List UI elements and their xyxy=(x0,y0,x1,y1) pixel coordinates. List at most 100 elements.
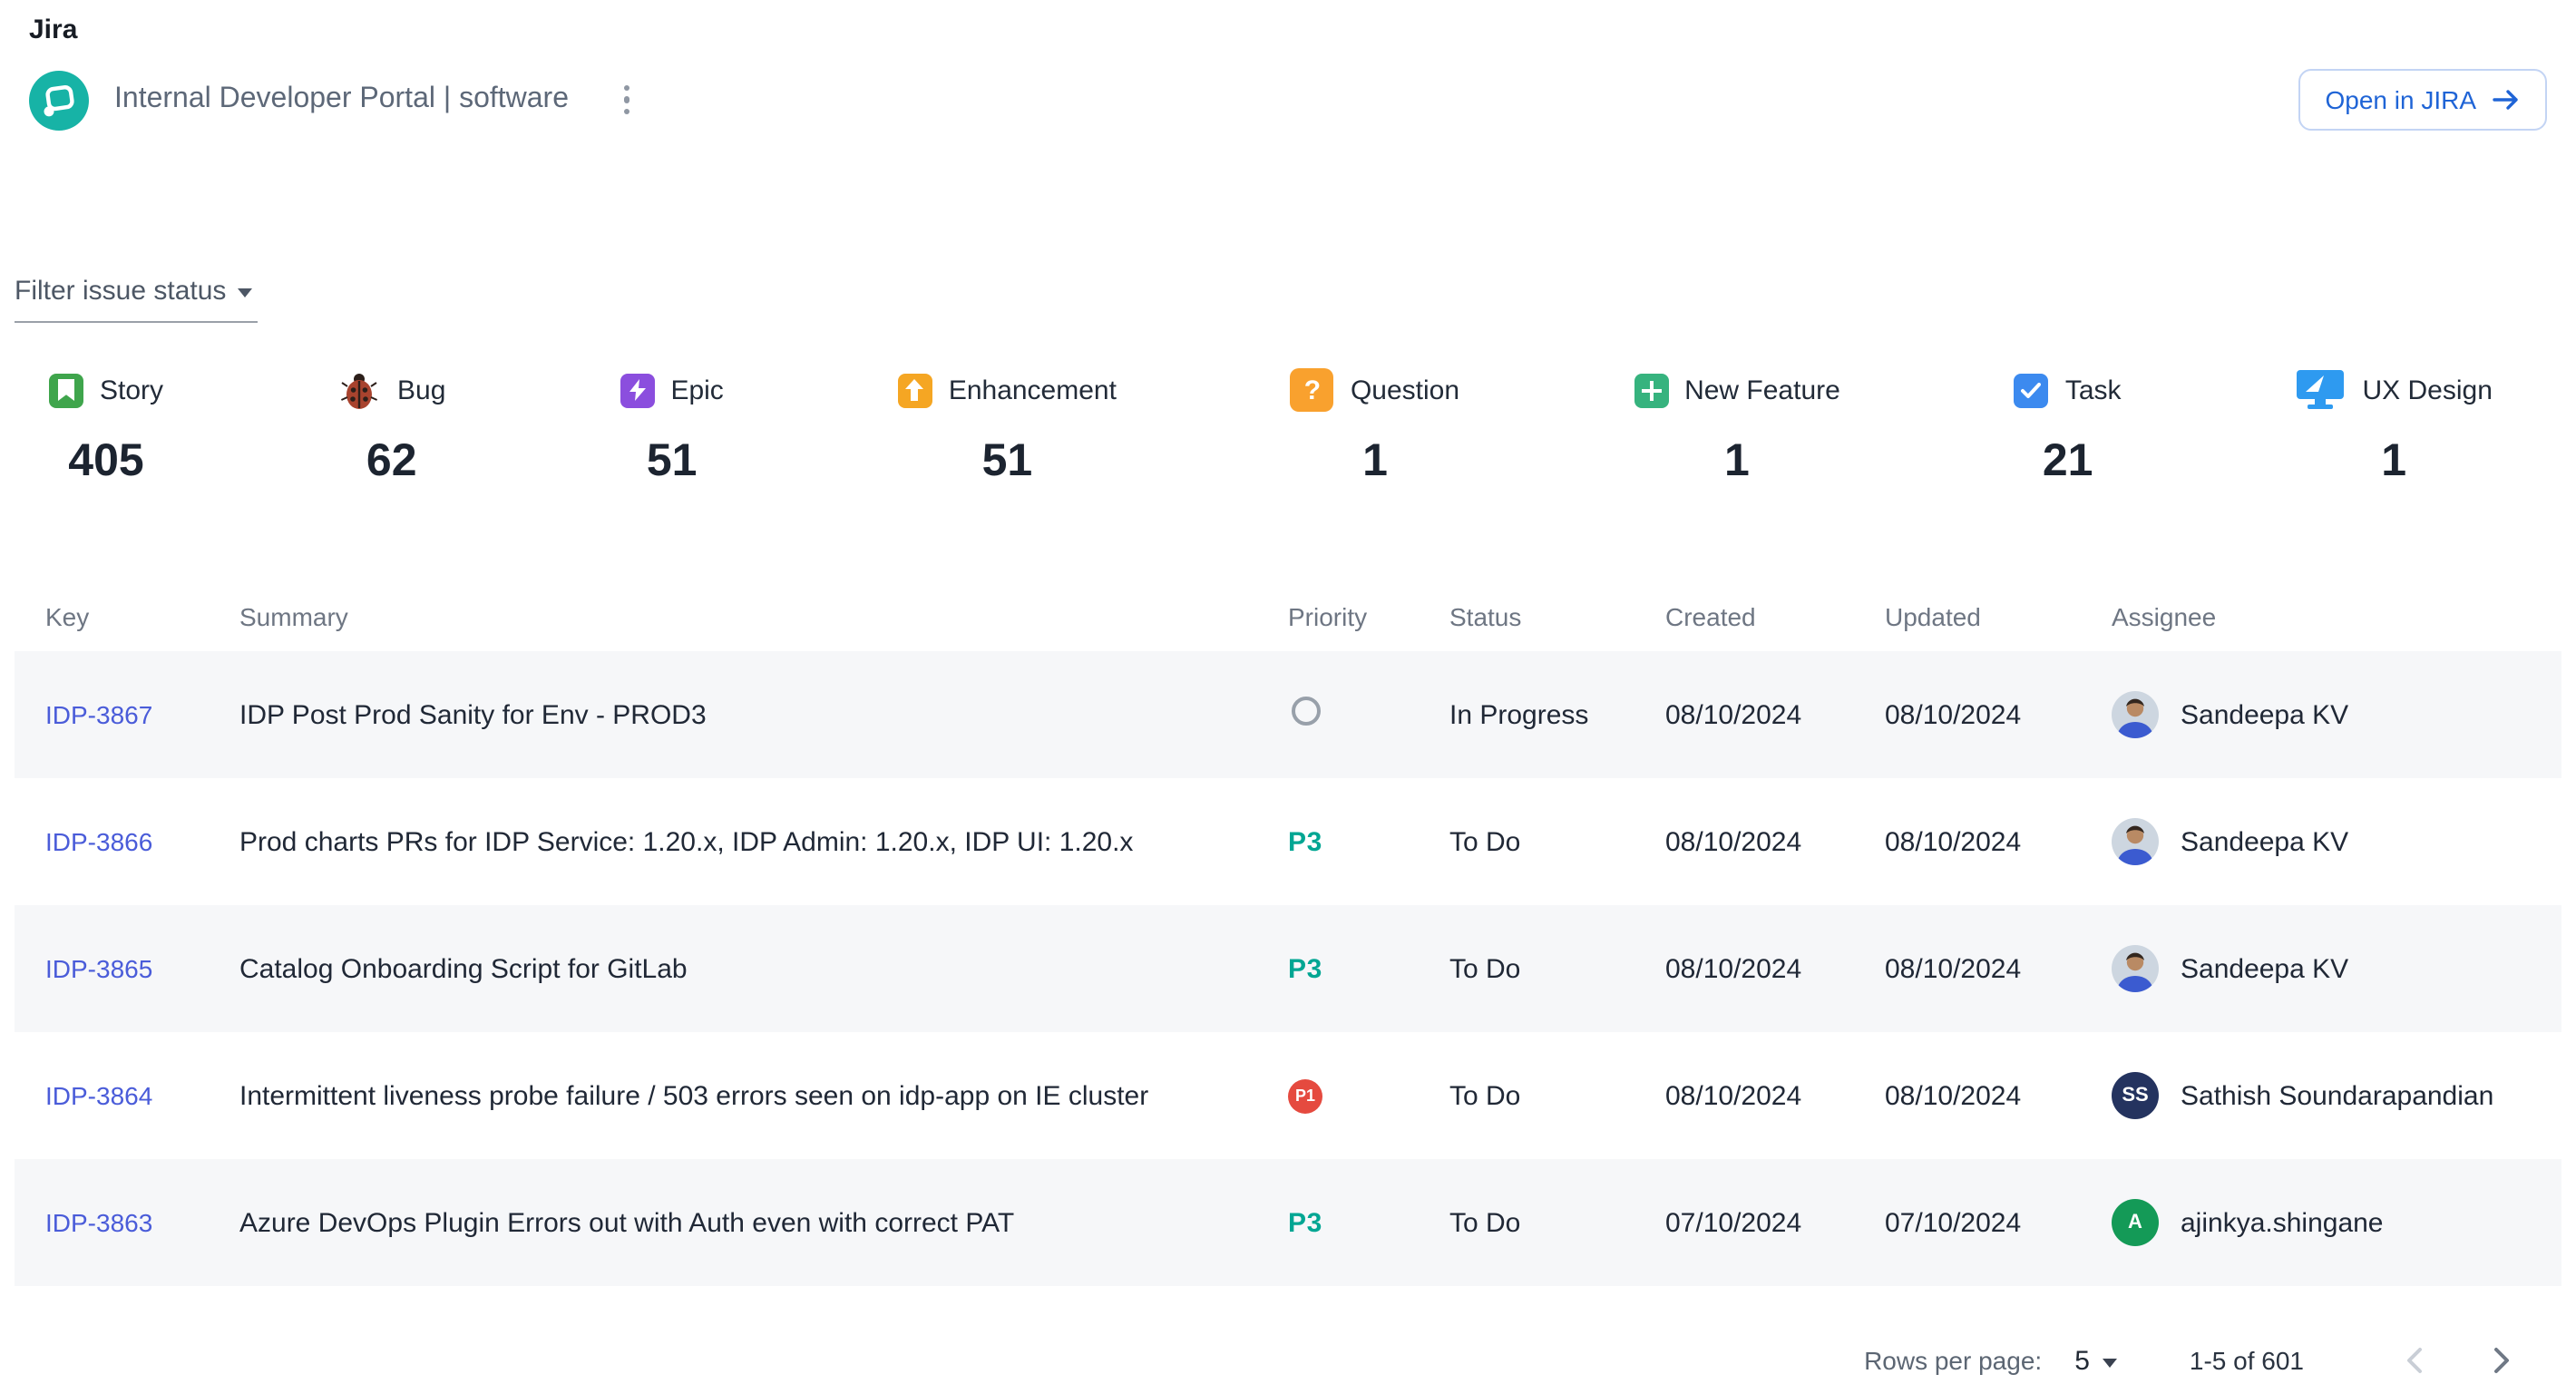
assignee-name: Sandeepa KV xyxy=(2181,953,2348,984)
rows-per-page-label: Rows per page: xyxy=(1864,1346,2042,1375)
counter-new-feature: New Feature 1 xyxy=(1634,366,1840,488)
priority-p1-badge: P1 xyxy=(1288,1078,1322,1113)
issue-key-link[interactable]: IDP-3863 xyxy=(45,1207,152,1236)
open-in-jira-label: Open in JIRA xyxy=(2325,85,2476,114)
priority-p3-badge: P3 xyxy=(1288,826,1322,857)
column-header-created: Created xyxy=(1665,602,1885,631)
previous-page-button[interactable] xyxy=(2391,1337,2438,1384)
counter-ux-design: UX Design 1 xyxy=(2296,366,2493,488)
issue-status: To Do xyxy=(1449,826,1665,857)
assignee-name: Sathish Soundarapandian xyxy=(2181,1080,2493,1111)
open-in-jira-button[interactable]: Open in JIRA xyxy=(2298,69,2547,131)
counter-label: New Feature xyxy=(1684,375,1840,405)
issue-created: 08/10/2024 xyxy=(1665,699,1885,730)
table-row: IDP-3864 Intermittent liveness probe fai… xyxy=(15,1032,2561,1159)
issue-created: 08/10/2024 xyxy=(1665,826,1885,857)
counter-count: 51 xyxy=(898,435,1117,488)
issue-key-link[interactable]: IDP-3865 xyxy=(45,953,152,982)
assignee-cell: Sandeepa KV xyxy=(2112,818,2561,865)
header: Jira Internal Developer Portal | softwar… xyxy=(0,0,2576,131)
story-icon xyxy=(49,373,83,407)
counter-label: Story xyxy=(100,375,163,405)
column-header-key: Key xyxy=(45,602,239,631)
next-page-button[interactable] xyxy=(2478,1337,2525,1384)
project-row: Internal Developer Portal | software Ope… xyxy=(29,69,2547,131)
issue-summary: Prod charts PRs for IDP Service: 1.20.x,… xyxy=(239,826,1288,857)
jira-plugin-page: Jira Internal Developer Portal | softwar… xyxy=(0,0,2576,1380)
assignee-avatar xyxy=(2112,691,2159,738)
counter-epic: Epic 51 xyxy=(620,366,723,488)
project-name: Internal Developer Portal | software xyxy=(114,83,569,116)
assignee-name: ajinkya.shingane xyxy=(2181,1207,2384,1238)
issue-key-link[interactable]: IDP-3866 xyxy=(45,826,152,855)
issue-summary: Catalog Onboarding Script for GitLab xyxy=(239,953,1288,984)
counter-count: 62 xyxy=(337,435,445,488)
counter-enhancement: Enhancement 51 xyxy=(898,366,1117,488)
assignee-name: Sandeepa KV xyxy=(2181,699,2348,730)
assignee-avatar xyxy=(2112,818,2159,865)
bug-icon xyxy=(337,368,381,412)
page-title: Jira xyxy=(29,15,2547,45)
project-logo-icon xyxy=(29,70,89,130)
issue-key-link[interactable]: IDP-3864 xyxy=(45,1080,152,1109)
counter-count: 405 xyxy=(49,435,163,488)
rows-per-page-select[interactable]: 5 xyxy=(2074,1345,2117,1376)
pagination-range: 1-5 of 601 xyxy=(2190,1346,2304,1375)
column-header-priority: Priority xyxy=(1288,602,1449,631)
assignee-cell: Sandeepa KV xyxy=(2112,945,2561,992)
table-row: IDP-3866 Prod charts PRs for IDP Service… xyxy=(15,778,2561,905)
issue-updated: 08/10/2024 xyxy=(1885,699,2112,730)
counter-count: 1 xyxy=(1291,435,1459,488)
issue-status: In Progress xyxy=(1449,699,1665,730)
issue-created: 08/10/2024 xyxy=(1665,1080,1885,1111)
chevron-down-icon xyxy=(2103,1358,2117,1367)
filter-issue-status-dropdown[interactable]: Filter issue status xyxy=(15,276,258,323)
issue-type-counters: Story 405 xyxy=(49,366,2493,488)
counter-bug: Bug 62 xyxy=(337,366,445,488)
question-icon: ? xyxy=(1291,368,1334,412)
counter-question: ? Question 1 xyxy=(1291,366,1459,488)
task-icon xyxy=(2015,373,2049,407)
kebab-menu-icon[interactable] xyxy=(616,78,637,122)
issue-updated: 08/10/2024 xyxy=(1885,953,2112,984)
assignee-cell: Sandeepa KV xyxy=(2112,691,2561,738)
table-row: IDP-3867 IDP Post Prod Sanity for Env - … xyxy=(15,651,2561,778)
priority-p3-badge: P3 xyxy=(1288,1207,1322,1238)
issue-created: 07/10/2024 xyxy=(1665,1207,1885,1238)
counter-label: Task xyxy=(2065,375,2122,405)
table-row: IDP-3865 Catalog Onboarding Script for G… xyxy=(15,905,2561,1032)
column-header-updated: Updated xyxy=(1885,602,2112,631)
ux-design-icon xyxy=(2296,368,2347,412)
priority-none-icon xyxy=(1292,697,1321,726)
column-header-assignee: Assignee xyxy=(2112,602,2561,631)
issue-status: To Do xyxy=(1449,1207,1665,1238)
counter-label: Question xyxy=(1351,375,1459,405)
issue-key-link[interactable]: IDP-3867 xyxy=(45,699,152,728)
counter-count: 21 xyxy=(2015,435,2122,488)
counter-label: UX Design xyxy=(2363,375,2493,405)
issue-created: 08/10/2024 xyxy=(1665,953,1885,984)
assignee-avatar xyxy=(2112,945,2159,992)
counter-label: Epic xyxy=(670,375,723,405)
issue-updated: 08/10/2024 xyxy=(1885,826,2112,857)
counter-story: Story 405 xyxy=(49,366,163,488)
counter-label: Bug xyxy=(397,375,445,405)
chevron-down-icon xyxy=(237,288,251,297)
arrow-right-icon xyxy=(2493,89,2520,111)
issue-status: To Do xyxy=(1449,953,1665,984)
chevron-left-icon xyxy=(2404,1346,2425,1375)
counter-label: Enhancement xyxy=(949,375,1117,405)
epic-icon xyxy=(620,373,654,407)
table-row: IDP-3863 Azure DevOps Plugin Errors out … xyxy=(15,1159,2561,1286)
table-header-row: Key Summary Priority Status Created Upda… xyxy=(15,582,2561,651)
assignee-cell: SS Sathish Soundarapandian xyxy=(2112,1072,2561,1119)
counter-count: 1 xyxy=(1634,435,1840,488)
issue-updated: 08/10/2024 xyxy=(1885,1080,2112,1111)
new-feature-icon xyxy=(1634,373,1668,407)
enhancement-icon xyxy=(898,373,932,407)
column-header-summary: Summary xyxy=(239,602,1288,631)
counter-count: 1 xyxy=(2296,435,2493,488)
issue-summary: Intermittent liveness probe failure / 50… xyxy=(239,1080,1288,1111)
rows-per-page-value: 5 xyxy=(2074,1345,2090,1376)
issue-updated: 07/10/2024 xyxy=(1885,1207,2112,1238)
